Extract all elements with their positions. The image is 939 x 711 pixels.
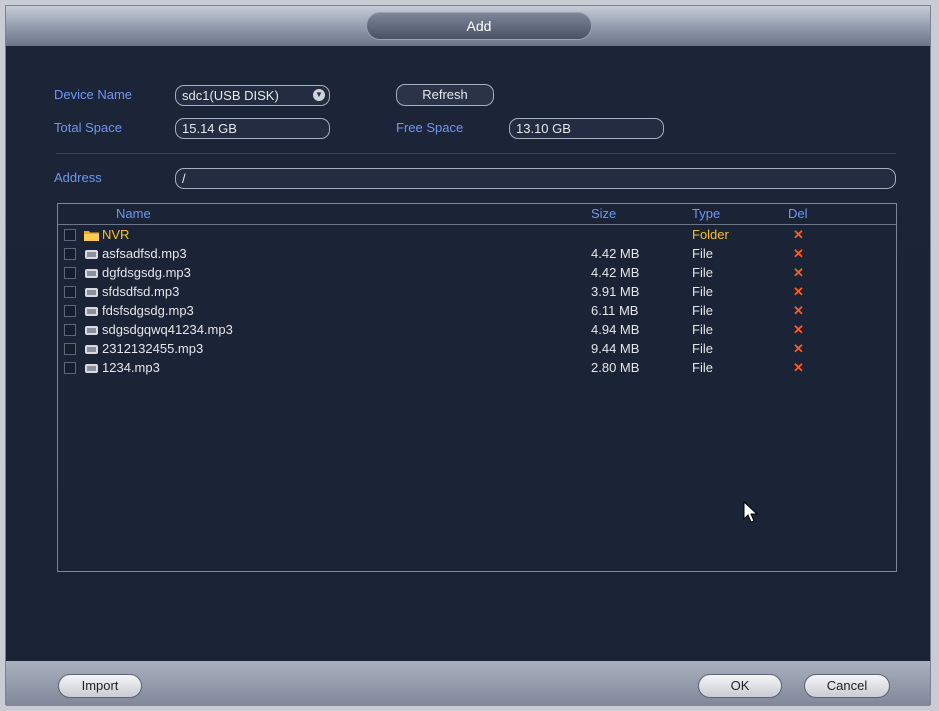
refresh-button[interactable]: Refresh (396, 84, 494, 106)
row-checkbox[interactable] (64, 248, 76, 260)
column-header-type[interactable]: Type (692, 206, 720, 221)
mouse-cursor-icon (743, 501, 759, 523)
ok-button[interactable]: OK (698, 674, 782, 698)
row-checkbox[interactable] (64, 305, 76, 317)
table-row[interactable]: NVR Folder ✕ (58, 226, 896, 245)
import-button[interactable]: Import (58, 674, 142, 698)
delete-icon[interactable]: ✕ (793, 341, 804, 357)
file-name: sfdsdfsd.mp3 (102, 284, 180, 299)
file-type: File (692, 303, 713, 318)
file-icon (85, 326, 98, 335)
file-icon (85, 307, 98, 316)
address-input[interactable]: / (175, 168, 896, 189)
add-dialog: Add Device Name sdc1(USB DISK) ▼ Refresh… (5, 5, 931, 706)
free-space-label: Free Space (396, 120, 464, 135)
address-label: Address (54, 170, 102, 185)
file-type: Folder (692, 227, 729, 242)
file-size: 2.80 MB (591, 360, 640, 375)
folder-icon (84, 231, 99, 241)
device-name-label: Device Name (54, 87, 133, 102)
file-type: File (692, 360, 713, 375)
table-row[interactable]: sdgsdgqwq41234.mp3 4.94 MB File ✕ (58, 321, 896, 340)
column-header-size[interactable]: Size (591, 206, 616, 221)
chevron-down-icon: ▼ (313, 89, 325, 101)
file-type: File (692, 322, 713, 337)
file-icon (85, 288, 98, 297)
file-table: Name Size Type Del NVR Folder ✕ asfsadfsd.m… (57, 203, 897, 572)
file-icon (85, 250, 98, 259)
file-name: fdsfsdgsdg.mp3 (102, 303, 194, 318)
device-name-dropdown[interactable]: sdc1(USB DISK) ▼ (175, 85, 330, 106)
delete-icon[interactable]: ✕ (793, 246, 804, 262)
file-name: 1234.mp3 (102, 360, 160, 375)
file-name: dgfdsgsdg.mp3 (102, 265, 191, 280)
table-row[interactable]: fdsfsdgsdg.mp3 6.11 MB File ✕ (58, 302, 896, 321)
file-name: sdgsdgqwq41234.mp3 (102, 322, 233, 337)
table-row[interactable]: 2312132455.mp3 9.44 MB File ✕ (58, 340, 896, 359)
file-size: 3.91 MB (591, 284, 640, 299)
file-name: NVR (102, 227, 130, 242)
row-checkbox[interactable] (64, 229, 76, 241)
file-icon (85, 345, 98, 354)
file-size: 4.42 MB (591, 265, 640, 280)
divider (56, 153, 896, 154)
file-icon (85, 364, 98, 373)
table-row[interactable]: dgfdsgsdg.mp3 4.42 MB File ✕ (58, 264, 896, 283)
column-header-name[interactable]: Name (116, 206, 151, 221)
file-type: File (692, 284, 713, 299)
free-space-field: 13.10 GB (509, 118, 664, 139)
row-checkbox[interactable] (64, 362, 76, 374)
file-type: File (692, 246, 713, 261)
total-space-field: 15.14 GB (175, 118, 330, 139)
table-row[interactable]: asfsadfsd.mp3 4.42 MB File ✕ (58, 245, 896, 264)
file-size: 9.44 MB (591, 341, 640, 356)
cancel-button[interactable]: Cancel (804, 674, 890, 698)
file-size: 4.42 MB (591, 246, 640, 261)
row-checkbox[interactable] (64, 324, 76, 336)
file-icon (85, 269, 98, 278)
device-name-value: sdc1(USB DISK) (182, 88, 279, 103)
column-header-del: Del (788, 206, 808, 221)
total-space-label: Total Space (54, 120, 122, 135)
file-size: 4.94 MB (591, 322, 640, 337)
table-header: Name Size Type Del (58, 204, 896, 225)
row-checkbox[interactable] (64, 267, 76, 279)
dialog-title: Add (366, 12, 592, 40)
file-type: File (692, 341, 713, 356)
row-checkbox[interactable] (64, 286, 76, 298)
file-name: asfsadfsd.mp3 (102, 246, 187, 261)
dialog-body: Device Name sdc1(USB DISK) ▼ Refresh Tot… (6, 46, 930, 661)
table-row[interactable]: sfdsdfsd.mp3 3.91 MB File ✕ (58, 283, 896, 302)
delete-icon[interactable]: ✕ (793, 322, 804, 338)
row-checkbox[interactable] (64, 343, 76, 355)
title-bar: Add (6, 6, 930, 47)
delete-icon[interactable]: ✕ (793, 284, 804, 300)
delete-icon[interactable]: ✕ (793, 265, 804, 281)
delete-icon[interactable]: ✕ (793, 360, 804, 376)
delete-icon[interactable]: ✕ (793, 227, 804, 243)
dialog-footer: Import OK Cancel (6, 661, 930, 706)
file-type: File (692, 265, 713, 280)
delete-icon[interactable]: ✕ (793, 303, 804, 319)
table-row[interactable]: 1234.mp3 2.80 MB File ✕ (58, 359, 896, 378)
file-size: 6.11 MB (591, 303, 639, 318)
file-name: 2312132455.mp3 (102, 341, 204, 356)
